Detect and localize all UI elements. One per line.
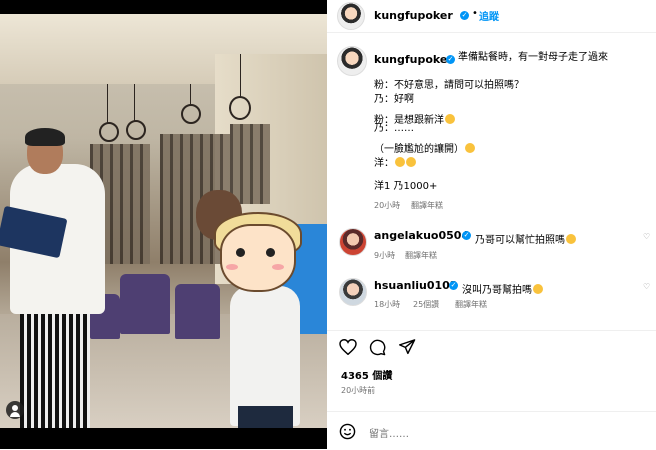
heart-icon[interactable]: [339, 339, 357, 355]
caption-line-row: 洋：: [374, 151, 416, 172]
comment-box: 留言……: [327, 411, 656, 450]
like-count[interactable]: 4365 個讚: [341, 367, 392, 382]
man-hair: [25, 128, 65, 146]
translate-link[interactable]: 翻譯年糕: [405, 250, 437, 261]
verified-badge-icon: ✓: [446, 55, 455, 64]
caption-line: 乃：……: [374, 123, 414, 134]
comment-time[interactable]: 18小時: [374, 299, 400, 310]
caption-author-username[interactable]: kungfupoker: [374, 53, 453, 66]
cartoon-sticker-face: [220, 224, 296, 292]
boy-tshirt: [230, 286, 300, 426]
comment-avatar[interactable]: [339, 228, 367, 256]
sticker-eye: [236, 248, 245, 257]
comment-text-row: 沒叫乃哥幫拍嗎: [462, 278, 543, 297]
caption-line: 洋：: [374, 158, 394, 169]
translate-link[interactable]: 翻譯年糕: [455, 299, 487, 310]
pendant-lamp: [126, 120, 146, 140]
translate-link[interactable]: 翻譯年糕: [411, 200, 443, 211]
comment-text: 乃哥可以幫忙拍照嗎: [475, 235, 565, 246]
sticker-blush: [226, 264, 238, 270]
comment-time[interactable]: 9小時: [374, 250, 395, 261]
comment-like-icon[interactable]: ♡: [643, 233, 651, 241]
caption-line: 洋1 乃1000+: [374, 181, 438, 192]
lamp-cord: [107, 84, 108, 124]
lamp-cord: [190, 84, 191, 106]
smile-emoji-icon: [445, 114, 455, 124]
comment-avatar[interactable]: [339, 278, 367, 306]
post-side-panel: kungfupoker ✓ • 追蹤 kungfupoker ✓ 準備點餐時，有…: [327, 0, 656, 449]
comment-username[interactable]: hsuanliu0103: [374, 279, 457, 292]
verified-badge-icon: ✓: [462, 231, 471, 240]
caption-author-avatar[interactable]: [337, 46, 367, 76]
comment-text: 沒叫乃哥幫拍嗎: [462, 285, 532, 296]
pendant-lamp: [229, 96, 251, 120]
comment-text-row: 乃哥可以幫忙拍照嗎: [475, 228, 576, 247]
restaurant-scene: [0, 14, 327, 428]
share-icon[interactable]: [399, 339, 416, 355]
purple-chair: [120, 274, 170, 334]
user-tag-icon[interactable]: [6, 401, 24, 419]
sticker-eye: [266, 248, 275, 257]
caption-line: 粉：不好意思，請問可以拍照嗎？: [374, 80, 524, 91]
rofl-emoji-icon: [533, 284, 543, 294]
striped-pants: [20, 314, 90, 428]
tongue-emoji-icon: [566, 234, 576, 244]
sunglasses-emoji-icon: [395, 157, 405, 167]
emoji-icon[interactable]: [339, 423, 356, 440]
pendant-lamp: [99, 122, 119, 142]
post-timestamp[interactable]: 20小時前: [341, 385, 375, 396]
comment-username[interactable]: angelakuo0504: [374, 229, 469, 242]
sweat-smile-emoji-icon: [465, 143, 475, 153]
comment-like-icon[interactable]: ♡: [643, 283, 651, 291]
wood-screen: [230, 124, 270, 204]
author-avatar[interactable]: [337, 2, 365, 30]
grin-emoji-icon: [406, 157, 416, 167]
verified-badge-icon: ✓: [460, 11, 469, 20]
separator-dot: •: [472, 8, 478, 19]
lamp-cord: [134, 84, 135, 122]
follow-button[interactable]: 追蹤: [479, 8, 499, 23]
caption-time[interactable]: 20小時: [374, 200, 400, 211]
post-header: kungfupoker ✓ • 追蹤: [327, 0, 656, 33]
author-username[interactable]: kungfupoker: [374, 9, 453, 22]
lamp-cord: [240, 54, 241, 98]
post-photo[interactable]: [0, 0, 327, 449]
comment-like-count[interactable]: 25個讚: [413, 299, 439, 310]
comment-input[interactable]: 留言……: [369, 425, 409, 440]
purple-chair: [175, 284, 220, 339]
verified-badge-icon: ✓: [449, 281, 458, 290]
sticker-blush: [272, 264, 284, 270]
caption-line: 乃：好啊: [374, 94, 414, 105]
pendant-lamp: [181, 104, 201, 124]
comment-icon[interactable]: [369, 339, 386, 356]
caption-line: 準備點餐時，有一對母子走了過來: [458, 52, 608, 63]
action-bar: [327, 330, 656, 361]
boy-pants: [238, 406, 293, 428]
